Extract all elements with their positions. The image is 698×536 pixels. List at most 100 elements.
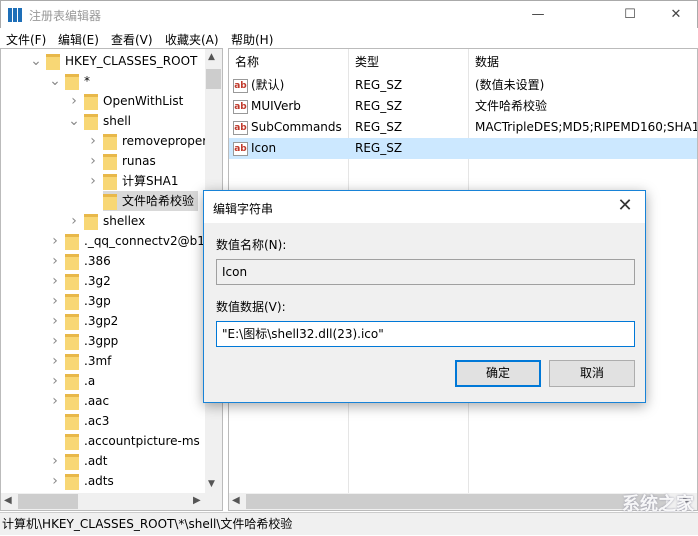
scroll-up-icon[interactable]: ▲ <box>208 52 215 62</box>
tree-item-label: .3gp2 <box>84 314 119 328</box>
registry-tree[interactable]: ⌄ HKEY_CLASSES_ROOT ⌄ * › OpenWithList ⌄ shell ›… <box>0 48 223 511</box>
tree-item[interactable]: .3mf <box>65 351 115 371</box>
menu-bar: 文件(F) 编辑(E) 查看(V) 收藏夹(A) 帮助(H) <box>0 28 698 48</box>
tree-item-label: .a <box>84 374 96 388</box>
dialog-title: 编辑字符串 <box>213 202 274 216</box>
expand-chevron-icon[interactable]: › <box>68 94 80 108</box>
tree-item[interactable]: ._qq_connectv2@b1 <box>65 231 209 251</box>
tree-item[interactable]: .a <box>65 371 99 391</box>
column-header-type[interactable]: 类型 <box>355 51 379 73</box>
title-bar: 注册表编辑器 — ☐ ✕ <box>0 0 698 28</box>
folder-icon <box>65 353 79 370</box>
tree-item[interactable]: * <box>65 71 94 91</box>
expand-chevron-icon[interactable]: › <box>49 374 61 388</box>
value-data: 文件哈希校验 <box>475 99 548 113</box>
value-data: MACTripleDES;MD5;RIPEMD160;SHA1; <box>475 120 698 134</box>
expand-chevron-icon[interactable]: › <box>49 334 61 348</box>
tree-item[interactable]: .3gpp <box>65 331 122 351</box>
value-type: REG_SZ <box>355 120 403 134</box>
scroll-right-icon[interactable]: ▶ <box>193 495 201 506</box>
expand-chevron-icon[interactable]: › <box>49 454 61 468</box>
scroll-left-icon[interactable]: ◀ <box>232 495 240 506</box>
tree-item[interactable]: .386 <box>65 251 115 271</box>
value-data: (数值未设置) <box>475 78 545 92</box>
expand-chevron-icon[interactable]: › <box>87 174 99 188</box>
dialog-title-bar: 编辑字符串 ✕ <box>204 191 645 223</box>
menu-edit[interactable]: 编辑(E) <box>58 31 99 48</box>
value-name-field[interactable]: Icon <box>216 259 635 285</box>
maximize-button[interactable]: ☐ <box>607 1 653 29</box>
tree-item[interactable]: .3g2 <box>65 271 115 291</box>
expand-chevron-icon[interactable]: › <box>49 354 61 368</box>
column-header-name[interactable]: 名称 <box>235 51 259 73</box>
collapse-chevron-icon[interactable]: ⌄ <box>49 74 61 88</box>
tree-item[interactable]: shellex <box>84 211 149 231</box>
scroll-thumb[interactable] <box>206 69 221 89</box>
expand-chevron-icon[interactable]: › <box>49 394 61 408</box>
tree-item[interactable]: .aac <box>65 391 113 411</box>
expand-chevron-icon[interactable]: › <box>49 234 61 248</box>
tree-item[interactable]: 计算SHA1 <box>103 171 183 191</box>
list-row[interactable]: ab Icon REG_SZ <box>229 138 697 159</box>
expand-chevron-icon[interactable]: › <box>49 254 61 268</box>
minimize-button[interactable]: — <box>515 1 561 29</box>
list-row[interactable]: ab MUIVerb REG_SZ 文件哈希校验 <box>229 96 697 117</box>
string-value-icon: ab <box>233 120 248 135</box>
folder-icon <box>65 453 79 470</box>
close-button[interactable]: ✕ <box>653 1 698 29</box>
tree-item[interactable]: runas <box>103 151 160 171</box>
list-row[interactable]: ab SubCommands REG_SZ MACTripleDES;MD5;R… <box>229 117 698 138</box>
tree-item-label: runas <box>122 154 156 168</box>
tree-item-label: .aac <box>84 394 110 408</box>
folder-icon <box>65 253 79 270</box>
expand-chevron-icon[interactable]: › <box>49 474 61 488</box>
scroll-thumb[interactable] <box>18 494 78 509</box>
tree-item[interactable]: .3gp <box>65 291 115 311</box>
tree-item-label: .3mf <box>84 354 112 368</box>
folder-icon <box>65 393 79 410</box>
value-type: REG_SZ <box>355 99 403 113</box>
collapse-chevron-icon[interactable]: ⌄ <box>68 114 80 128</box>
tree-item[interactable]: shell <box>84 111 135 131</box>
tree-item[interactable]: .adt <box>65 451 112 471</box>
tree-item[interactable]: HKEY_CLASSES_ROOT <box>46 51 201 71</box>
tree-item[interactable]: .adts <box>65 471 118 491</box>
expand-chevron-icon[interactable]: › <box>87 134 99 148</box>
tree-item[interactable]: .ac3 <box>65 411 113 431</box>
expand-chevron-icon[interactable]: › <box>49 274 61 288</box>
tree-horizontal-scrollbar[interactable]: ◀ ▶ <box>1 493 222 510</box>
tree-item[interactable]: .3gp2 <box>65 311 122 331</box>
expand-chevron-icon[interactable]: › <box>87 154 99 168</box>
menu-file[interactable]: 文件(F) <box>6 31 46 48</box>
dialog-close-icon[interactable]: ✕ <box>613 195 637 216</box>
expand-chevron-icon[interactable]: › <box>49 294 61 308</box>
ok-button[interactable]: 确定 <box>455 360 541 387</box>
tree-item-label: * <box>84 74 90 88</box>
tree-item-label: HKEY_CLASSES_ROOT <box>65 54 198 68</box>
menu-favorites[interactable]: 收藏夹(A) <box>165 31 219 48</box>
tree-item[interactable]: 文件哈希校验 <box>103 191 199 211</box>
value-name: MUIVerb <box>251 99 301 113</box>
scroll-left-icon[interactable]: ◀ <box>4 495 12 506</box>
scroll-thumb[interactable] <box>246 494 666 509</box>
folder-icon <box>65 273 79 290</box>
menu-help[interactable]: 帮助(H) <box>231 31 273 48</box>
tree-item-label: .ac3 <box>84 414 110 428</box>
folder-icon <box>103 153 117 170</box>
tree-item[interactable]: .accountpicture-ms <box>65 431 204 451</box>
collapse-chevron-icon[interactable]: ⌄ <box>30 54 42 68</box>
column-header-data[interactable]: 数据 <box>475 51 499 73</box>
expand-chevron-icon[interactable]: › <box>68 214 80 228</box>
tree-item[interactable]: OpenWithList <box>84 91 187 111</box>
tree-item-label: .386 <box>84 254 111 268</box>
tree-item[interactable]: removeproper <box>103 131 211 151</box>
scroll-down-icon[interactable]: ▼ <box>208 479 215 489</box>
regedit-app-icon <box>8 8 22 22</box>
value-data-field[interactable]: "E:\图标\shell32.dll(23).ico" <box>216 321 635 347</box>
menu-view[interactable]: 查看(V) <box>111 31 153 48</box>
folder-icon <box>65 293 79 310</box>
cancel-button[interactable]: 取消 <box>549 360 635 387</box>
folder-icon <box>65 373 79 390</box>
list-row[interactable]: ab (默认) REG_SZ (数值未设置) <box>229 75 697 96</box>
expand-chevron-icon[interactable]: › <box>49 314 61 328</box>
